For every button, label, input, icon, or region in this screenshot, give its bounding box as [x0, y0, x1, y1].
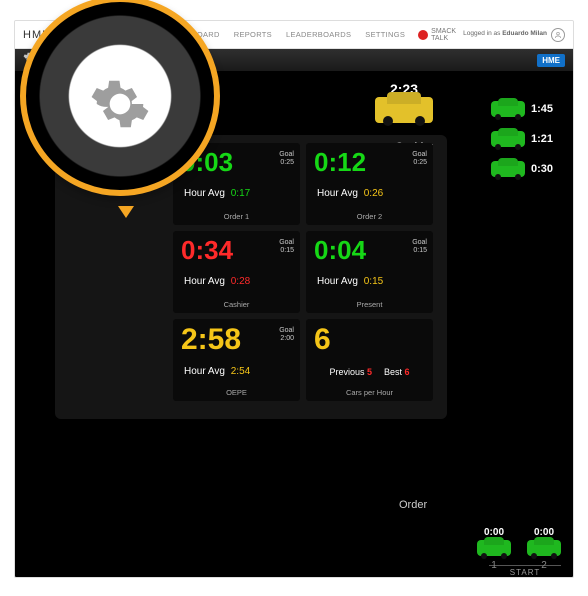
nav-smack-talk[interactable]: SMACK TALK	[414, 28, 459, 42]
hme-badge: HME	[537, 54, 565, 67]
lane-cashier: 2:23	[375, 81, 433, 128]
smack-icon	[418, 30, 428, 40]
order-bay-1: 0:00 1	[477, 527, 511, 571]
card-cars-per-hour: 6 Previous 5 Best 6 Cars per Hour	[306, 319, 433, 401]
gear-icon	[89, 73, 151, 135]
smack-label: SMACK TALK	[431, 28, 455, 42]
order-bay-2: 0:00 2	[527, 527, 561, 571]
queue-item: 1:45	[491, 101, 561, 117]
card-oepe: Goal2:00 2:58 Hour Avg 2:54 OEPE	[173, 319, 300, 401]
card-cashier: Goal0:15 0:34 Hour Avg 0:28 Cashier	[173, 231, 300, 313]
queue-column: 1:45 1:21 0:30 Order 0:00 1	[455, 101, 561, 577]
queue-item: 1:21	[491, 131, 561, 147]
order-label: Order	[399, 499, 427, 511]
user-icon[interactable]	[551, 28, 565, 42]
car-cashier	[375, 97, 433, 123]
nav-settings[interactable]: SETTINGS	[360, 30, 410, 39]
car-bay1	[477, 540, 511, 556]
login-status: Logged in as Eduardo Milan	[463, 31, 547, 38]
order-zone: Order 0:00 1 0:00	[399, 471, 561, 577]
nav-reports[interactable]: REPORTS	[229, 30, 277, 39]
car-bay2	[527, 540, 561, 556]
card-order2: Goal0:25 0:12 Hour Avg 0:26 Order 2	[306, 143, 433, 225]
card-present: Goal0:15 0:04 Hour Avg 0:15 Present	[306, 231, 433, 313]
nav-leaderboards[interactable]: LEADERBOARDS	[281, 30, 356, 39]
callout-pointer	[118, 206, 134, 218]
queue-item: 0:30	[491, 161, 561, 177]
callout-magnifier	[20, 0, 220, 196]
